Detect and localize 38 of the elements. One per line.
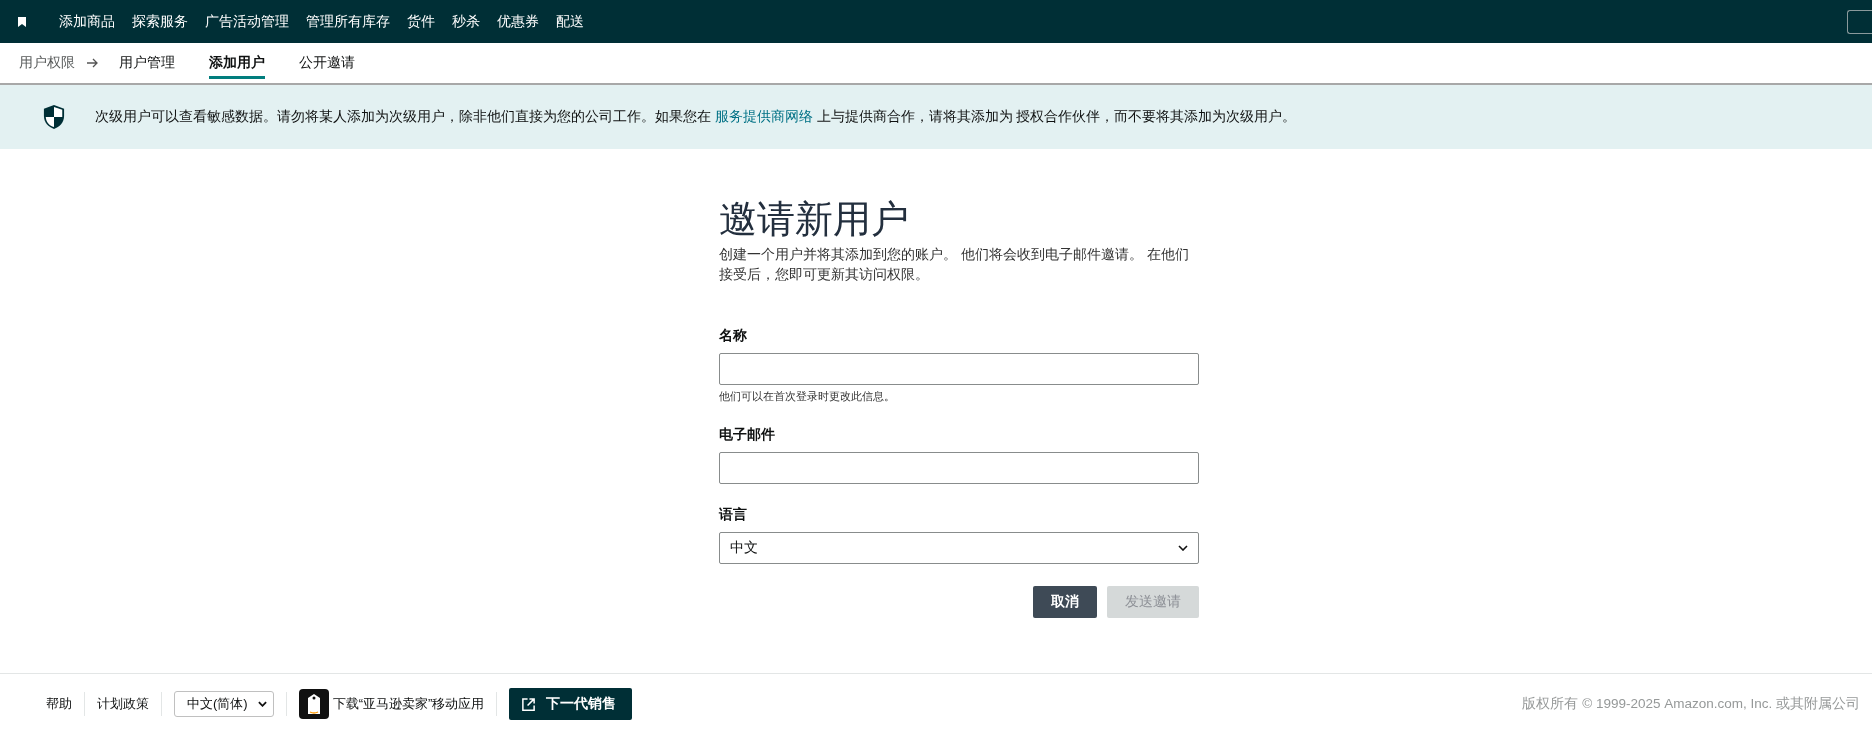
external-link-icon <box>521 696 537 712</box>
arrow-right-icon <box>87 58 99 68</box>
app-icon <box>298 689 329 719</box>
chevron-down-icon <box>1178 545 1188 552</box>
footer-link[interactable]: 计划政策 <box>97 695 149 713</box>
nav-link[interactable]: 秒杀 <box>452 12 480 31</box>
cancel-button[interactable]: 取消 <box>1033 586 1097 619</box>
nav-link[interactable]: 配送 <box>556 12 584 31</box>
nav-link[interactable]: 广告活动管理 <box>205 12 289 31</box>
input-field[interactable] <box>719 353 1199 386</box>
nav-link[interactable]: 添加商品 <box>59 12 115 31</box>
page-title: 邀请新用户 <box>719 199 910 241</box>
top-right-button[interactable] <box>1847 9 1872 34</box>
nav-link[interactable]: 优惠券 <box>497 12 539 31</box>
app-download-link[interactable]: 下载“亚马逊卖家”移动应用 <box>332 695 485 713</box>
language-dropdown[interactable]: 中文 <box>719 532 1199 565</box>
next-gen-button[interactable]: 下一代销售 <box>509 688 633 720</box>
description-text: 创建一个用户并将其添加到您的账户。 他们将会收到电子邮件邀请。 在他们接受后，您即可更新其访问权限。 <box>719 245 1190 285</box>
bookmark-icon[interactable] <box>18 16 26 27</box>
field-label: 电子邮件 <box>719 426 776 445</box>
nav-link[interactable]: 管理所有库存 <box>306 12 390 31</box>
breadcrumb-link[interactable]: 用户权限 <box>19 54 75 72</box>
chevron-down-icon <box>257 701 267 707</box>
hint-text: 他们可以在首次登录时更改此信息。 <box>719 389 896 405</box>
link[interactable]: 服务提供商网络 <box>714 109 813 124</box>
footer-link[interactable]: 帮助 <box>46 695 72 713</box>
nav-link[interactable]: 探索服务 <box>132 12 188 31</box>
banner-text: 次级用户可以查看敏感数据。请勿将某人添加为次级用户，除非他们直接为您的公司工作。如果您在 服务提供商网络 上与提供商合作，请将其添加为 授权合作伙伴，而不要将其添加为次级用户。 <box>95 108 1297 126</box>
nav-link[interactable]: 货件 <box>407 12 435 31</box>
input-field[interactable] <box>719 452 1199 485</box>
copyright-text: 版权所有 © 1999-2025 Amazon.com, Inc. 或其附属公司 <box>1522 695 1860 713</box>
field-label: 语言 <box>719 506 748 525</box>
tab[interactable]: 用户管理 <box>119 47 175 79</box>
field-label: 名称 <box>719 327 748 346</box>
tab[interactable]: 公开邀请 <box>299 47 355 79</box>
language-dropdown[interactable]: 中文(简体) <box>174 691 274 717</box>
tab[interactable]: 添加用户 <box>209 47 265 79</box>
shield-icon <box>43 104 65 130</box>
